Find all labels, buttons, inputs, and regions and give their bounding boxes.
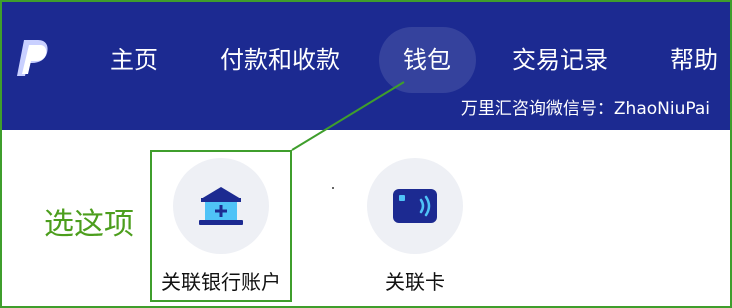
annotation-pointer-line [291,81,405,151]
